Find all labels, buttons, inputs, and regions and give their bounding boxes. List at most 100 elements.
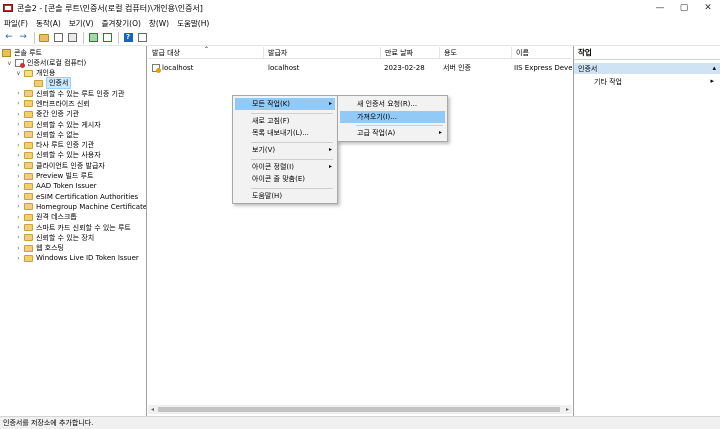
menu-item-label: 도움말(H) xyxy=(252,192,283,200)
actions-section-certificates[interactable]: 인증서 ▴ xyxy=(574,63,720,74)
cell-issuer: localhost xyxy=(268,62,378,73)
tree-item-folder[interactable]: › 스마트 카드 신뢰할 수 있는 루트 xyxy=(15,222,131,232)
tree-item-folder[interactable]: › Windows Live ID Token Issuer xyxy=(15,253,139,263)
actions-header: 작업 xyxy=(574,46,720,60)
chevron-right-icon[interactable]: › xyxy=(15,245,22,252)
sort-caret-icon: ⌃ xyxy=(204,46,210,53)
close-icon[interactable]: ✕ xyxy=(696,0,720,16)
chevron-right-icon[interactable]: › xyxy=(15,234,22,241)
actions-more-actions[interactable]: 기타 작업 ▸ xyxy=(574,76,720,87)
tree-item-folder[interactable]: › 신뢰할 수 있는 루트 인증 기관 xyxy=(15,89,124,99)
submenu-request-new-certificate[interactable]: 새 인증서 요청(R)... xyxy=(340,98,445,110)
toolbar-separator xyxy=(34,31,35,44)
scroll-left-icon[interactable]: ◂ xyxy=(148,405,157,414)
status-text: 인증서를 저장소에 추가합니다. xyxy=(3,419,94,427)
tree-item-folder[interactable]: › 신뢰할 수 있는 게시자 xyxy=(15,119,100,129)
show-tree-icon[interactable] xyxy=(52,32,64,44)
column-header-label: 용도 xyxy=(444,49,457,57)
column-header-issued-to[interactable]: 발급 대상 ⌃ xyxy=(148,46,264,59)
folder-icon xyxy=(34,79,43,87)
context-menu-all-tasks[interactable]: 모든 작업(K) ▸ xyxy=(235,98,335,110)
chevron-right-icon[interactable]: › xyxy=(15,173,22,180)
copy-icon[interactable] xyxy=(66,32,78,44)
tree-item-label: 엔터프라이즈 신뢰 xyxy=(36,99,90,108)
chevron-right-icon[interactable]: › xyxy=(15,255,22,262)
context-menu-arrange-icons[interactable]: 아이콘 정렬(I) ▸ xyxy=(235,161,335,173)
submenu-advanced-operations[interactable]: 고급 작업(A) ▸ xyxy=(340,127,445,139)
chevron-right-icon[interactable]: › xyxy=(15,162,22,169)
scroll-right-icon[interactable]: ▸ xyxy=(563,405,572,414)
folder-icon xyxy=(24,234,33,242)
export-icon[interactable] xyxy=(101,32,113,44)
tree-item-folder[interactable]: › 엔터프라이즈 신뢰 xyxy=(15,99,90,109)
chevron-right-icon[interactable]: › xyxy=(15,193,22,200)
chevron-right-icon[interactable]: › xyxy=(15,214,22,221)
tree-item-folder[interactable]: › AAD Token Issuer xyxy=(15,181,97,191)
tree-item-folder[interactable]: › 클라이언트 인증 발급자 xyxy=(15,161,105,171)
tree-item-folder[interactable]: › 중간 인증 기관 xyxy=(15,109,79,119)
properties-icon[interactable] xyxy=(136,32,148,44)
chevron-right-icon[interactable]: › xyxy=(15,142,22,149)
tree-item-folder[interactable]: › 신뢰할 수 없는 xyxy=(15,130,79,140)
context-menu-view[interactable]: 보기(V) ▸ xyxy=(235,144,335,156)
menu-favorites[interactable]: 즐겨찾기(O) xyxy=(98,18,145,29)
scrollbar-thumb[interactable] xyxy=(158,407,560,412)
tree-item-certificates-local[interactable]: ∨ 인증서(로컬 컴퓨터) xyxy=(6,58,87,69)
column-header-expiration[interactable]: 만료 날짜 xyxy=(381,47,440,59)
context-menu-refresh[interactable]: 새로 고침(F) xyxy=(235,115,335,127)
tree-item-folder[interactable]: › Homegroup Machine Certificates xyxy=(15,202,146,212)
tree-item-folder[interactable]: › Preview 빌드 루트 xyxy=(15,171,93,181)
chevron-right-icon[interactable]: › xyxy=(15,111,22,118)
chevron-right-icon[interactable]: › xyxy=(15,131,22,138)
chevron-down-icon[interactable]: ∨ xyxy=(15,70,22,77)
minimize-icon[interactable]: — xyxy=(648,0,672,16)
tree-item-folder[interactable]: › 타사 루트 인증 기관 xyxy=(15,140,94,150)
refresh-icon[interactable] xyxy=(87,32,99,44)
actions-pane: 작업 인증서 ▴ 기타 작업 ▸ xyxy=(573,46,720,416)
chevron-right-icon[interactable]: › xyxy=(15,100,22,107)
tree-item-folder[interactable]: › 웹 호스팅 xyxy=(15,243,64,253)
chevron-right-icon[interactable]: › xyxy=(15,90,22,97)
submenu-import[interactable]: 가져오기(I)... xyxy=(340,111,445,123)
folder-icon xyxy=(24,244,33,252)
menu-window[interactable]: 창(W) xyxy=(145,18,173,29)
tree-item-certificates-selected[interactable]: 인증서 xyxy=(34,77,72,90)
forward-arrow-icon[interactable]: → xyxy=(17,32,29,44)
tree-item-label: 인증서(로컬 컴퓨터) xyxy=(27,59,87,68)
tree-item-label: 타사 루트 인증 기관 xyxy=(36,141,95,150)
cell-text: 서버 인증 xyxy=(443,63,471,72)
help-icon[interactable]: ? xyxy=(122,32,134,44)
tree-item-folder[interactable]: › 신뢰할 수 있는 장치 xyxy=(15,233,94,243)
tree-item-folder[interactable]: › 신뢰할 수 있는 사용자 xyxy=(15,150,100,160)
back-arrow-icon[interactable]: ← xyxy=(3,32,15,44)
chevron-right-icon[interactable]: › xyxy=(15,121,22,128)
tree-item-folder[interactable]: › 원격 데스크톱 xyxy=(15,212,77,222)
horizontal-scrollbar[interactable]: ◂ ▸ xyxy=(148,405,572,414)
tree-item-console-root[interactable]: 콘솔 루트 xyxy=(2,48,42,58)
context-menu-line-up-icons[interactable]: 아이콘 줄 맞춤(E) xyxy=(235,173,335,185)
column-header-purpose[interactable]: 용도 xyxy=(440,47,512,59)
column-header-name[interactable]: 이름 xyxy=(512,47,572,59)
chevron-right-icon[interactable]: › xyxy=(15,183,22,190)
collapse-caret-icon[interactable]: ▴ xyxy=(712,64,716,72)
chevron-right-icon[interactable]: › xyxy=(15,203,22,210)
chevron-right-icon[interactable]: › xyxy=(15,152,22,159)
console-root-icon xyxy=(2,49,11,58)
chevron-down-icon[interactable]: ∨ xyxy=(6,60,13,67)
column-header-issuer[interactable]: 발급자 xyxy=(264,47,381,59)
chevron-right-icon[interactable]: › xyxy=(15,224,22,231)
menu-view[interactable]: 보기(V) xyxy=(65,18,98,29)
context-menu-export-list[interactable]: 목록 내보내기(L)... xyxy=(235,127,335,139)
tree-item-label: AAD Token Issuer xyxy=(36,182,97,191)
cell-text: localhost xyxy=(162,63,194,72)
menu-help[interactable]: 도움말(H) xyxy=(173,18,213,29)
cell-name: IIS Express Develop xyxy=(514,62,572,73)
table-row[interactable]: localhost localhost 2023-02-28 서버 인증 IIS… xyxy=(148,62,572,73)
up-folder-icon[interactable] xyxy=(38,32,50,44)
tree-item-folder[interactable]: › eSIM Certification Authorities xyxy=(15,192,138,202)
maximize-icon[interactable]: ▢ xyxy=(672,0,696,16)
actions-more-label: 기타 작업 xyxy=(594,77,622,86)
menu-action[interactable]: 동작(A) xyxy=(32,18,65,29)
context-menu-help[interactable]: 도움말(H) xyxy=(235,190,335,202)
menu-file[interactable]: 파일(F) xyxy=(0,18,32,29)
